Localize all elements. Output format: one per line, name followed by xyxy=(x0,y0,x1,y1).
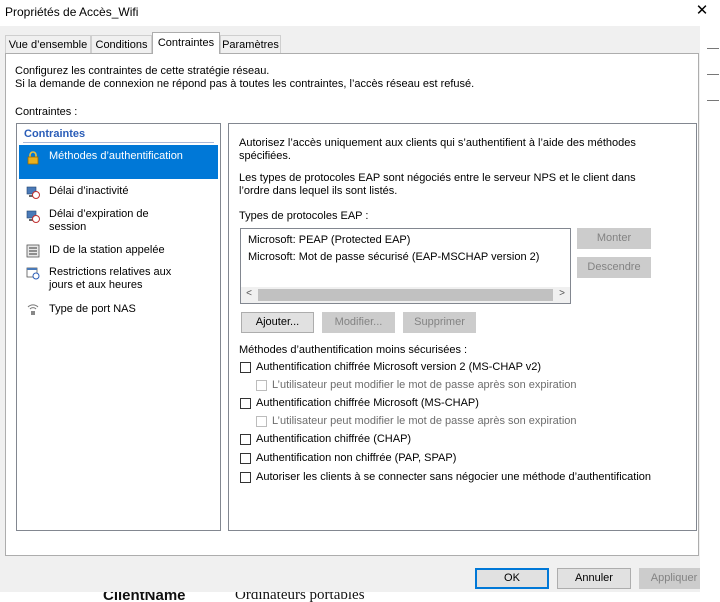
mschap-change-password-label: L’utilisateur peut modifier le mot de pa… xyxy=(272,415,577,427)
list-item[interactable]: Microsoft: Mot de passe sécurisé (EAP-MS… xyxy=(248,251,539,263)
allow-no-auth-label: Autoriser les clients à se connecter san… xyxy=(256,471,652,483)
apply-button[interactable]: Appliquer xyxy=(639,568,709,589)
ok-button[interactable]: OK xyxy=(475,568,549,589)
network-port-icon xyxy=(27,304,39,315)
constraints-list-header: Contraintes xyxy=(24,128,86,140)
pap-spap-label: Authentification non chiffrée (PAP, SPAP… xyxy=(256,452,457,464)
intro-line-2: Si la demande de connexion ne répond pas… xyxy=(15,78,475,90)
scroll-right-icon[interactable]: > xyxy=(555,288,569,299)
list-item-label: Restrictions relatives aux xyxy=(49,266,172,278)
scroll-left-icon[interactable]: < xyxy=(242,288,256,299)
horizontal-scrollbar[interactable]: < > xyxy=(241,287,570,303)
tab-constraints[interactable]: Contraintes xyxy=(152,32,220,54)
list-item-label-line2: session xyxy=(49,221,87,233)
background-window-edge xyxy=(700,26,720,602)
background-divider xyxy=(707,48,719,49)
title-bar: Propriétés de Accès_Wifi ✕ xyxy=(0,0,720,26)
constraints-list: Contraintes Méthodes d’authentification … xyxy=(16,123,221,531)
list-item-called-station-id[interactable]: ID de la station appelée xyxy=(19,242,218,262)
station-list-icon xyxy=(26,244,40,258)
list-item[interactable]: Microsoft: PEAP (Protected EAP) xyxy=(248,234,410,246)
eap-types-list[interactable]: Microsoft: PEAP (Protected EAP) Microsof… xyxy=(240,228,571,304)
list-item-auth-methods[interactable]: Méthodes d’authentification xyxy=(19,145,218,179)
mschap-label: Authentification chiffrée Microsoft (MS-… xyxy=(256,397,479,409)
mschap-change-password-checkbox[interactable] xyxy=(256,416,267,427)
background-divider xyxy=(707,100,719,101)
list-item-label: ID de la station appelée xyxy=(49,244,165,256)
eap-description-line-2: l’ordre dans lequel ils sont listés. xyxy=(239,185,398,197)
list-item-label: Type de port NAS xyxy=(49,303,136,315)
close-icon[interactable]: ✕ xyxy=(692,1,712,19)
chap-checkbox[interactable] xyxy=(240,434,251,445)
move-down-button[interactable]: Descendre xyxy=(577,257,651,278)
list-item-label-line2: jours et aux heures xyxy=(49,279,143,291)
list-item-day-time-restrictions[interactable]: Restrictions relatives aux jours et aux … xyxy=(19,265,218,295)
tab-settings[interactable]: Paramètres xyxy=(220,35,281,53)
scrollbar-thumb[interactable] xyxy=(258,289,553,301)
list-item-idle-timeout[interactable]: Délai d’inactivité xyxy=(19,182,218,202)
intro-line-1: Configurez les contraintes de cette stra… xyxy=(15,65,270,77)
add-button[interactable]: Ajouter... xyxy=(241,312,314,333)
mschapv2-label: Authentification chiffrée Microsoft vers… xyxy=(256,361,542,373)
mschapv2-change-password-label: L’utilisateur peut modifier le mot de pa… xyxy=(272,379,577,391)
description-line-2: spécifiées. xyxy=(239,150,291,162)
description-line-1: Autorisez l’accès uniquement aux clients… xyxy=(239,137,636,149)
computer-clock-icon xyxy=(26,210,40,223)
header-divider xyxy=(23,142,214,143)
eap-types-label: Types de protocoles EAP : xyxy=(239,210,369,222)
eap-description-line-1: Les types de protocoles EAP sont négocié… xyxy=(239,172,636,184)
tab-conditions[interactable]: Conditions xyxy=(91,35,152,53)
calendar-clock-icon xyxy=(26,267,40,280)
list-item-label: Délai d’expiration de xyxy=(49,208,149,220)
list-item-nas-port-type[interactable]: Type de port NAS xyxy=(19,301,218,321)
constraints-label: Contraintes : xyxy=(15,106,78,118)
pap-spap-checkbox[interactable] xyxy=(240,453,251,464)
mschapv2-change-password-checkbox[interactable] xyxy=(256,380,267,391)
properties-dialog: Propriétés de Accès_Wifi ✕ Vue d’ensembl… xyxy=(0,0,720,602)
edit-button[interactable]: Modifier... xyxy=(322,312,395,333)
list-item-label: Méthodes d’authentification xyxy=(49,150,183,162)
window-title: Propriétés de Accès_Wifi xyxy=(5,5,139,19)
lock-icon xyxy=(27,151,39,165)
mschapv2-checkbox[interactable] xyxy=(240,362,251,373)
background-window-strip: ClientName Ordinateurs portables xyxy=(0,592,720,602)
background-divider xyxy=(707,74,719,75)
less-secure-methods-label: Méthodes d’authentification moins sécuri… xyxy=(239,344,468,356)
tab-overview[interactable]: Vue d’ensemble xyxy=(5,35,91,53)
mschap-checkbox[interactable] xyxy=(240,398,251,409)
background-column-header: ClientName xyxy=(103,592,186,602)
allow-no-auth-checkbox[interactable] xyxy=(240,472,251,483)
computer-clock-icon xyxy=(26,186,40,199)
list-item-session-timeout[interactable]: Délai d’expiration de session xyxy=(19,206,218,236)
remove-button[interactable]: Supprimer xyxy=(403,312,476,333)
background-cell-text: Ordinateurs portables xyxy=(235,592,365,602)
move-up-button[interactable]: Monter xyxy=(577,228,651,249)
auth-methods-panel: Autorisez l’accès uniquement aux clients… xyxy=(228,123,697,531)
chap-label: Authentification chiffrée (CHAP) xyxy=(256,433,412,445)
cancel-button[interactable]: Annuler xyxy=(557,568,631,589)
list-item-label: Délai d’inactivité xyxy=(49,185,129,197)
